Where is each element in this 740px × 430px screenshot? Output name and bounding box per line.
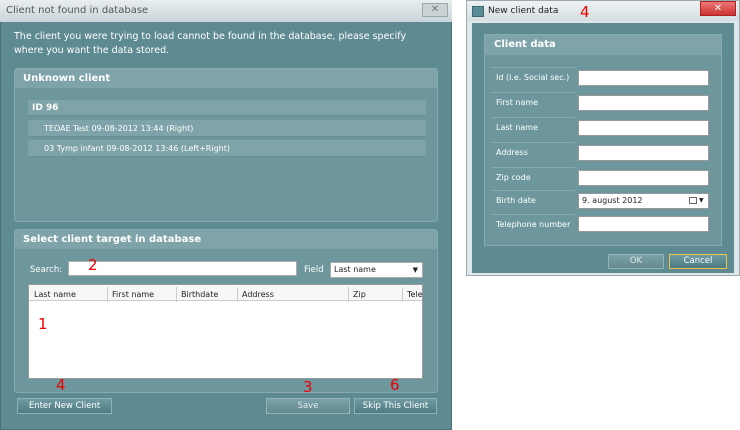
unknown-client-header: Unknown client bbox=[15, 69, 437, 88]
chevron-down-icon: ▼ bbox=[699, 197, 704, 204]
close-button[interactable]: ✕ bbox=[422, 3, 448, 17]
cancel-button[interactable]: Cancel bbox=[669, 254, 727, 269]
field-label: Field bbox=[304, 265, 324, 275]
annotation-6: 6 bbox=[390, 376, 400, 394]
field-label: Address bbox=[491, 142, 575, 162]
zip-code-field[interactable] bbox=[578, 170, 709, 186]
id-field[interactable] bbox=[578, 70, 709, 86]
column-header-last-name[interactable]: Last name bbox=[30, 287, 108, 302]
field-label: First name bbox=[491, 92, 575, 112]
annotation-3: 3 bbox=[303, 378, 313, 396]
address-field[interactable] bbox=[578, 145, 709, 161]
first-name-field[interactable] bbox=[578, 95, 709, 111]
annotation-1: 1 bbox=[38, 315, 48, 333]
birth-date-picker[interactable]: 9. august 2012 ▼ bbox=[578, 193, 709, 209]
field-label: Birth date bbox=[491, 190, 575, 210]
client-data-header: Client data bbox=[485, 35, 721, 55]
save-button[interactable]: Save bbox=[266, 398, 350, 414]
search-label: Search: bbox=[30, 265, 63, 275]
telephone-field[interactable] bbox=[578, 216, 709, 232]
column-header-address[interactable]: Address bbox=[238, 287, 349, 302]
skip-client-button[interactable]: Skip This Client bbox=[354, 398, 437, 414]
dialog-title: Client not found in database bbox=[6, 5, 149, 16]
field-label: Telephone number bbox=[491, 214, 575, 234]
client-id-row[interactable]: ID 96 bbox=[28, 100, 426, 116]
enter-new-client-button[interactable]: Enter New Client bbox=[17, 398, 112, 414]
last-name-field[interactable] bbox=[578, 120, 709, 136]
column-header-first-name[interactable]: First name bbox=[108, 287, 177, 302]
close-button[interactable]: ✕ bbox=[700, 1, 736, 16]
annotation-2: 2 bbox=[88, 256, 98, 274]
field-label: Id (i.e. Social sec.) bbox=[491, 67, 575, 87]
column-header-telephone[interactable]: Tele bbox=[403, 287, 423, 302]
calendar-icon bbox=[689, 197, 697, 204]
field-label: Last name bbox=[491, 117, 575, 137]
select-target-header: Select client target in database bbox=[15, 230, 437, 249]
intro-text: The client you were trying to load canno… bbox=[14, 31, 407, 56]
dialog-title: New client data bbox=[488, 6, 559, 16]
field-select[interactable]: Last name ▼ bbox=[330, 262, 423, 278]
app-icon bbox=[472, 6, 484, 17]
column-header-zip[interactable]: Zip bbox=[349, 287, 403, 302]
field-label: Zip code bbox=[491, 167, 575, 187]
annotation-4: 4 bbox=[580, 3, 590, 21]
chevron-down-icon: ▼ bbox=[412, 266, 418, 274]
ok-button[interactable]: OK bbox=[608, 254, 664, 269]
field-select-value: Last name bbox=[334, 265, 376, 274]
session-item[interactable]: TEOAE Test 09-08-2012 13:44 (Right) bbox=[28, 120, 426, 137]
session-item[interactable]: 03 Tymp infant 09-08-2012 13:46 (Left+Ri… bbox=[28, 140, 426, 157]
birth-date-value: 9. august 2012 bbox=[582, 196, 643, 205]
search-input[interactable] bbox=[68, 261, 297, 276]
annotation-4: 4 bbox=[56, 376, 66, 394]
column-header-birthdate[interactable]: Birthdate bbox=[177, 287, 238, 302]
